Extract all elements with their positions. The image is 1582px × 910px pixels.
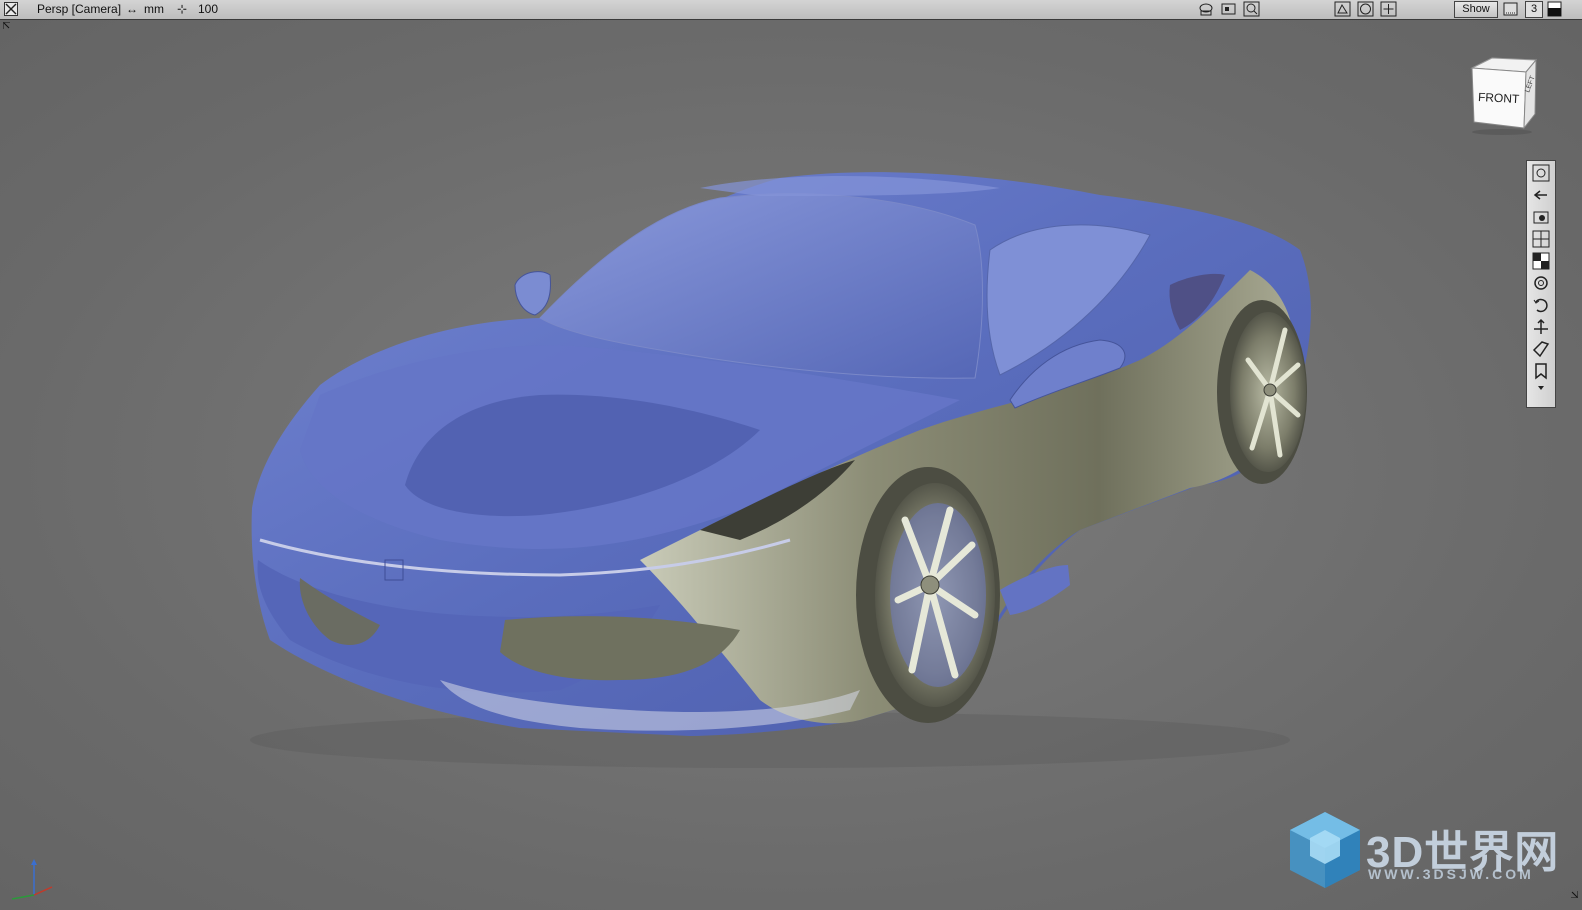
maximize-icon[interactable]: [1547, 1, 1563, 17]
back-arrow-icon[interactable]: [1532, 186, 1550, 204]
camera-icon[interactable]: [1532, 208, 1550, 226]
show-button[interactable]: Show: [1454, 1, 1498, 18]
view-tools-toolbar: [1526, 160, 1556, 408]
zoom-icon[interactable]: [1243, 1, 1261, 17]
undo-rotate-icon[interactable]: [1532, 296, 1550, 314]
orbit-icon[interactable]: [1532, 274, 1550, 292]
view-label[interactable]: Persp [Camera]: [37, 2, 121, 17]
axis-triad-icon: [11, 859, 53, 900]
display-mode-icon[interactable]: [1197, 1, 1215, 17]
move-view-icon[interactable]: [1380, 1, 1398, 17]
chevron-down-icon[interactable]: [1532, 383, 1550, 393]
unit-label[interactable]: mm: [144, 2, 164, 17]
car-model[interactable]: [0, 20, 1582, 910]
tag-icon[interactable]: [1532, 340, 1550, 358]
toggle-view-icon[interactable]: [1334, 1, 1352, 17]
camera-view-icon[interactable]: [1220, 1, 1238, 17]
close-viewport-icon[interactable]: [4, 2, 18, 16]
viewcube-front-label[interactable]: FRONT: [1478, 90, 1521, 106]
grid-scale-value[interactable]: 100: [198, 2, 218, 17]
grid-scale-icon: ⊹: [177, 2, 188, 16]
zoom-fit-icon[interactable]: [1532, 164, 1550, 182]
layer-number[interactable]: 3: [1525, 1, 1543, 18]
panel-icon[interactable]: [1502, 1, 1520, 17]
watermark-logo-icon: [1290, 812, 1360, 888]
watermark-url: WWW.3DSJW.COM: [1368, 866, 1534, 882]
bookmark-icon[interactable]: [1532, 362, 1550, 380]
grid-icon[interactable]: [1532, 230, 1550, 248]
viewport-toolbar: Persp [Camera] ↔ mm ⊹ 100 Show 3: [0, 0, 1582, 20]
unit-arrow-icon: ↔: [126, 2, 138, 16]
checker-icon[interactable]: [1532, 252, 1550, 270]
shading-icon[interactable]: [1357, 1, 1375, 17]
3d-viewport[interactable]: FRONT LEFT 3D世界网 WWW.3DSJW.COM: [0, 20, 1582, 910]
pan-icon[interactable]: [1532, 318, 1550, 336]
viewcube[interactable]: FRONT LEFT: [1462, 52, 1546, 136]
